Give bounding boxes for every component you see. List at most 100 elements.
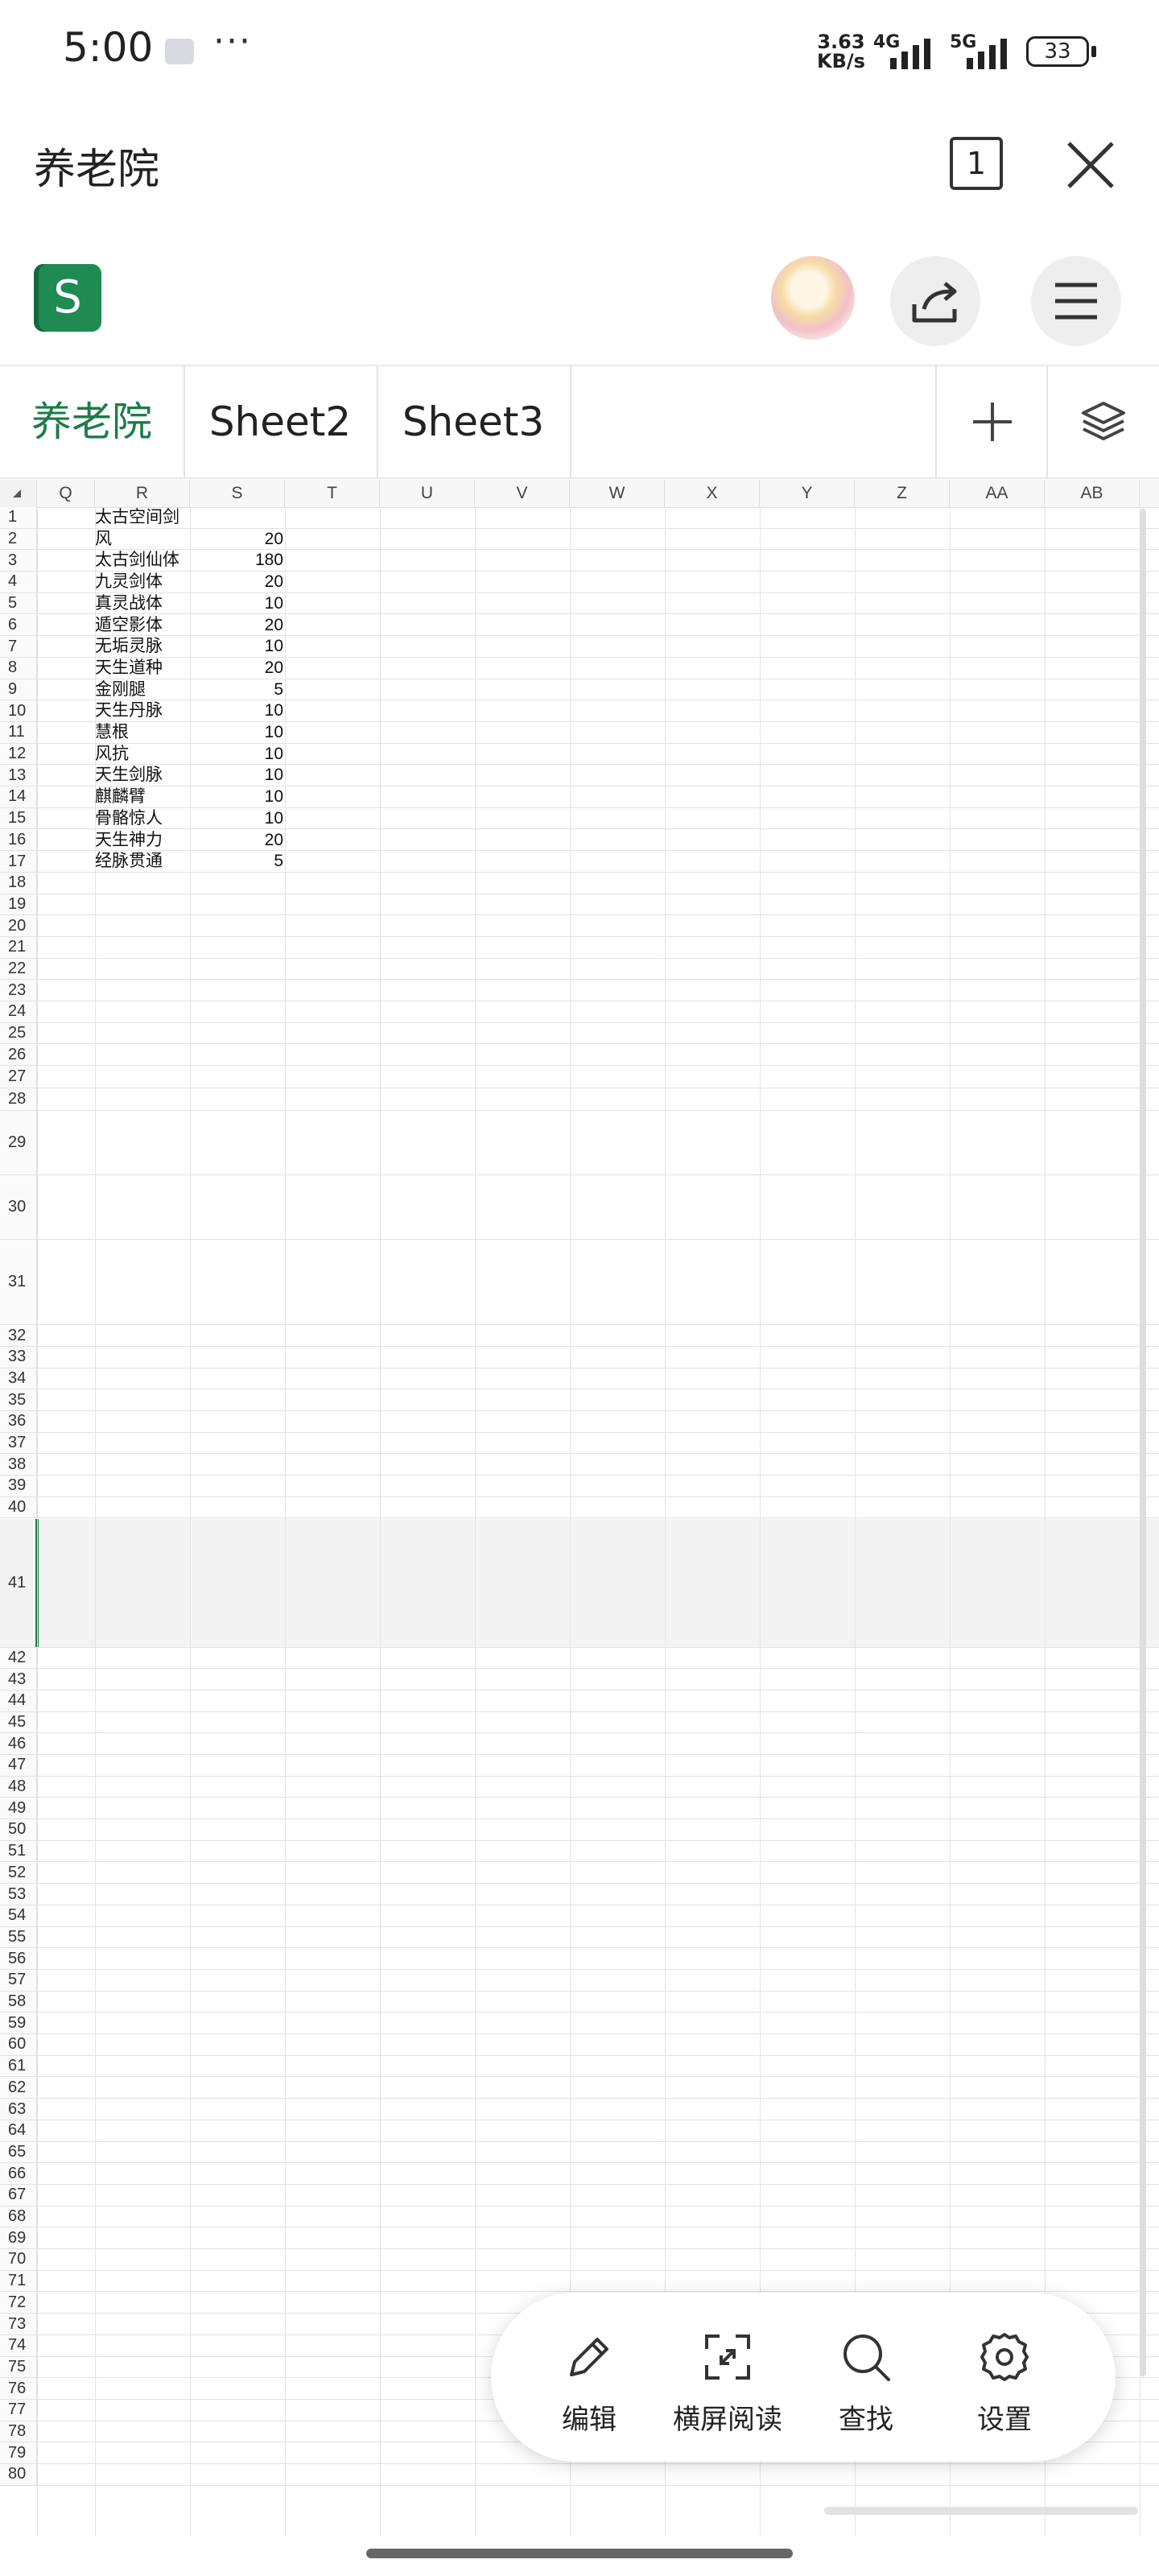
tab-count-button[interactable]: 1 xyxy=(950,137,1003,190)
table-row[interactable]: 38 xyxy=(0,1454,1159,1476)
cell-r[interactable]: 麒麟臂 xyxy=(95,786,146,808)
row-header[interactable]: 40 xyxy=(0,1496,37,1518)
row-header[interactable]: 48 xyxy=(0,1776,37,1798)
table-row[interactable]: 69 xyxy=(0,2227,1159,2250)
table-row[interactable]: 3 太古剑仙体 180 xyxy=(0,550,1159,572)
table-row[interactable]: 11 慧根 10 xyxy=(0,722,1159,744)
tab-sheet-yanglaoyuan[interactable]: 养老院 xyxy=(0,366,185,477)
row-header[interactable]: 14 xyxy=(0,786,37,807)
row-header[interactable]: 13 xyxy=(0,765,37,786)
row-header[interactable]: 74 xyxy=(0,2334,37,2356)
sheet-list-button[interactable] xyxy=(1048,366,1159,477)
row-header[interactable]: 9 xyxy=(0,679,37,700)
cell-s[interactable]: 10 xyxy=(190,808,283,830)
column-header[interactable]: AB xyxy=(1045,480,1140,507)
edit-button[interactable]: 编辑 xyxy=(517,2328,662,2437)
row-header[interactable]: 34 xyxy=(0,1368,37,1389)
table-row[interactable]: 56 xyxy=(0,1948,1159,1970)
table-row[interactable]: 2 风 20 xyxy=(0,528,1159,551)
row-header[interactable]: 71 xyxy=(0,2270,37,2292)
table-row[interactable]: 18 xyxy=(0,872,1159,894)
row-header[interactable]: 75 xyxy=(0,2356,37,2378)
table-row[interactable]: 60 xyxy=(0,2034,1159,2056)
table-row[interactable]: 27 xyxy=(0,1066,1159,1089)
row-header[interactable]: 53 xyxy=(0,1884,37,1905)
row-header[interactable]: 68 xyxy=(0,2206,37,2227)
table-row[interactable]: 49 xyxy=(0,1798,1159,1820)
table-row[interactable]: 64 xyxy=(0,2120,1159,2142)
table-row[interactable]: 65 xyxy=(0,2141,1159,2164)
row-header[interactable]: 20 xyxy=(0,915,37,936)
table-row[interactable]: 40 xyxy=(0,1496,1159,1519)
row-header[interactable]: 15 xyxy=(0,807,37,829)
cell-s[interactable]: 20 xyxy=(190,830,283,852)
row-header[interactable]: 23 xyxy=(0,980,37,1001)
table-row[interactable]: 61 xyxy=(0,2055,1159,2078)
row-header[interactable]: 3 xyxy=(0,550,37,572)
row-header[interactable]: 65 xyxy=(0,2141,37,2163)
table-row[interactable]: 63 xyxy=(0,2099,1159,2120)
row-header[interactable]: 44 xyxy=(0,1690,37,1711)
row-header[interactable]: 80 xyxy=(0,2464,37,2485)
row-header[interactable]: 52 xyxy=(0,1862,37,1884)
row-header[interactable]: 30 xyxy=(0,1175,37,1240)
table-row[interactable]: 35 xyxy=(0,1389,1159,1411)
table-row[interactable]: 17 经脉贯通 5 xyxy=(0,851,1159,873)
table-row[interactable]: 50 xyxy=(0,1819,1159,1841)
column-header[interactable]: Z xyxy=(855,480,950,507)
row-header[interactable]: 22 xyxy=(0,958,37,980)
row-header[interactable]: 33 xyxy=(0,1346,37,1368)
row-header[interactable]: 39 xyxy=(0,1476,37,1496)
cell-s[interactable]: 10 xyxy=(190,636,283,658)
table-row[interactable]: 68 xyxy=(0,2206,1159,2228)
row-header[interactable]: 31 xyxy=(0,1240,37,1325)
cell-r[interactable]: 九灵剑体 xyxy=(95,572,163,593)
table-row[interactable]: 57 xyxy=(0,1970,1159,1992)
table-row[interactable]: 14 麒麟臂 10 xyxy=(0,786,1159,808)
row-header[interactable]: 76 xyxy=(0,2378,37,2399)
row-header[interactable]: 73 xyxy=(0,2314,37,2334)
table-row[interactable]: 36 xyxy=(0,1411,1159,1433)
table-row[interactable]: 4 九灵剑体 20 xyxy=(0,572,1159,593)
row-header[interactable]: 54 xyxy=(0,1905,37,1926)
cell-r[interactable]: 无垢灵脉 xyxy=(95,636,163,658)
cell-r[interactable]: 天生剑脉 xyxy=(95,765,163,786)
row-header[interactable]: 79 xyxy=(0,2442,37,2464)
cell-r[interactable]: 天生丹脉 xyxy=(95,700,163,722)
row-header[interactable]: 6 xyxy=(0,614,37,636)
table-row[interactable]: 34 xyxy=(0,1368,1159,1390)
table-row[interactable]: 80 xyxy=(0,2464,1159,2486)
table-row[interactable]: 8 天生道种 20 xyxy=(0,657,1159,679)
column-header[interactable]: Q xyxy=(37,480,95,507)
row-header[interactable]: 19 xyxy=(0,894,37,915)
cell-r[interactable]: 金刚腿 xyxy=(95,679,146,701)
table-row[interactable]: 37 xyxy=(0,1432,1159,1455)
cell-s[interactable]: 10 xyxy=(190,593,283,615)
cell-r[interactable]: 风 xyxy=(95,529,112,551)
share-button[interactable] xyxy=(890,256,980,346)
add-sheet-button[interactable] xyxy=(935,366,1048,477)
row-header[interactable]: 58 xyxy=(0,1991,37,2013)
column-header[interactable]: W xyxy=(570,480,665,507)
table-row[interactable]: 9 金刚腿 5 xyxy=(0,679,1159,701)
row-header[interactable]: 35 xyxy=(0,1389,37,1410)
table-row[interactable]: 41 xyxy=(0,1518,1159,1648)
landscape-read-button[interactable]: 横屏阅读 xyxy=(655,2328,800,2437)
row-header[interactable]: 64 xyxy=(0,2120,37,2141)
row-header[interactable]: 61 xyxy=(0,2055,37,2077)
row-header[interactable]: 59 xyxy=(0,2013,37,2034)
cell-s[interactable]: 5 xyxy=(190,679,283,701)
row-header[interactable]: 46 xyxy=(0,1733,37,1754)
table-row[interactable]: 39 xyxy=(0,1476,1159,1497)
column-header[interactable]: S xyxy=(190,480,285,507)
table-row[interactable]: 13 天生剑脉 10 xyxy=(0,765,1159,787)
table-row[interactable]: 16 天生神力 20 xyxy=(0,829,1159,852)
cell-s[interactable]: 10 xyxy=(190,786,283,808)
table-row[interactable]: 7 无垢灵脉 10 xyxy=(0,636,1159,658)
vertical-scrollbar[interactable] xyxy=(1140,509,1146,2376)
cell-r[interactable]: 经脉贯通 xyxy=(95,851,163,873)
cell-s[interactable]: 20 xyxy=(190,572,283,593)
table-row[interactable]: 15 骨骼惊人 10 xyxy=(0,807,1159,830)
row-header[interactable]: 36 xyxy=(0,1411,37,1432)
row-header[interactable]: 49 xyxy=(0,1798,37,1819)
